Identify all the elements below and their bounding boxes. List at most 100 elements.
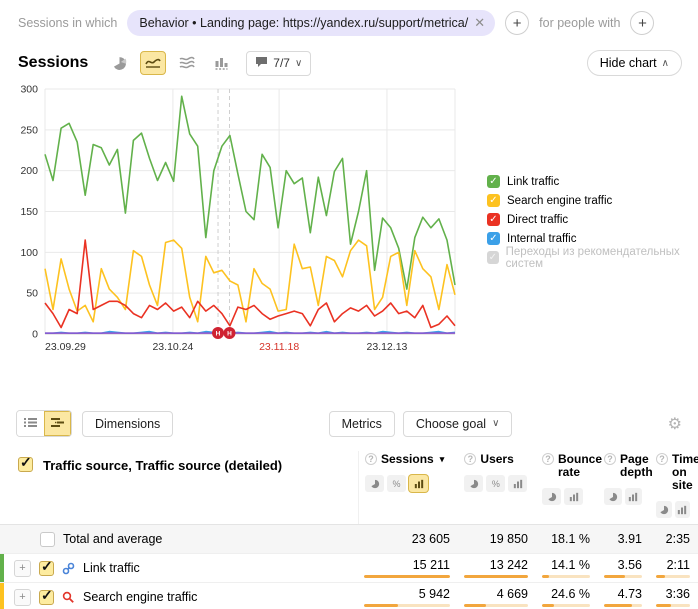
- svg-text:23.09.29: 23.09.29: [45, 341, 86, 353]
- choose-goal-dropdown[interactable]: Choose goal ∨: [403, 411, 513, 437]
- segments-count-label: 7/7: [273, 56, 290, 70]
- metrics-button[interactable]: Metrics: [329, 411, 395, 437]
- table-row-total[interactable]: Total and average 23 605 19 850 18.1 % 3…: [0, 525, 698, 554]
- dimension-header-title: Traffic source, Traffic source (detailed…: [43, 457, 282, 473]
- add-session-filter-button[interactable]: +: [505, 11, 529, 35]
- sessions-value: 5 942: [364, 587, 450, 601]
- tree-view-button[interactable]: [44, 411, 71, 436]
- table-view-toggle: [16, 410, 72, 437]
- column-label: Bounce rate: [558, 453, 602, 479]
- column-header-bounce-rate[interactable]: ? Bounce rate: [536, 451, 598, 524]
- column-label: Users: [480, 453, 513, 466]
- bar-view-toggle[interactable]: [675, 501, 691, 518]
- legend-item-search-traffic[interactable]: ✓ Search engine traffic: [487, 191, 698, 210]
- chart-type-stacked-button[interactable]: [174, 51, 200, 75]
- list-view-button[interactable]: [17, 411, 44, 436]
- column-label: Page depth: [620, 453, 653, 479]
- total-sessions-value: 23 605: [364, 532, 450, 546]
- filter-chip-close-icon[interactable]: ✕: [474, 15, 485, 31]
- chart-type-pie-button[interactable]: [106, 51, 132, 75]
- column-header-page-depth[interactable]: ? Page depth: [598, 451, 650, 524]
- svg-text:Н: Н: [216, 331, 221, 338]
- chevron-down-icon: ∨: [492, 418, 499, 429]
- row-label: Link traffic: [83, 561, 140, 575]
- checked-checkbox-icon[interactable]: ✓: [487, 175, 500, 188]
- dimensions-button[interactable]: Dimensions: [82, 411, 173, 437]
- chart-type-line-button[interactable]: [140, 51, 166, 75]
- total-bounce-value: 18.1 %: [542, 532, 590, 546]
- svg-text:0: 0: [32, 329, 38, 341]
- legend-item-direct-traffic[interactable]: ✓ Direct traffic: [487, 210, 698, 229]
- pie-view-toggle[interactable]: [464, 475, 483, 492]
- chart-toolbar: Sessions 7/7 ∨ Hide chart ∧: [0, 42, 698, 80]
- time-value: 2:11: [656, 558, 690, 572]
- add-people-filter-button[interactable]: +: [630, 11, 654, 35]
- chart-type-columns-button[interactable]: [208, 51, 234, 75]
- row-checkbox[interactable]: [40, 532, 55, 547]
- help-icon[interactable]: ?: [604, 453, 616, 465]
- bar-view-toggle[interactable]: [508, 475, 527, 492]
- column-label: Sessions: [381, 453, 434, 466]
- svg-text:250: 250: [20, 124, 38, 136]
- pie-view-toggle[interactable]: [656, 501, 672, 518]
- table-row-search-traffic[interactable]: + Search engine traffic 5 942 4 669 24.6…: [0, 583, 698, 609]
- svg-text:300: 300: [20, 84, 38, 96]
- line-chart-canvas[interactable]: 05010015020025030023.09.2923.10.2423.11.…: [0, 84, 470, 372]
- chevron-down-icon: ∨: [295, 58, 302, 69]
- expand-row-button[interactable]: +: [14, 560, 31, 577]
- bounce-value: 14.1 %: [542, 558, 590, 572]
- total-users-value: 19 850: [464, 532, 528, 546]
- percent-view-toggle[interactable]: %: [387, 475, 406, 492]
- legend-label: Direct traffic: [507, 214, 568, 226]
- pie-view-toggle[interactable]: [542, 488, 561, 505]
- filter-suffix-label: for people with: [539, 16, 620, 30]
- row-label: Search engine traffic: [83, 590, 197, 604]
- chart-title: Sessions: [18, 54, 88, 72]
- line-chart-icon: [145, 56, 161, 70]
- expand-row-button[interactable]: +: [14, 589, 31, 606]
- disabled-checked-checkbox-icon: ✓: [487, 251, 499, 264]
- column-header-time-on-site[interactable]: ? Time on site: [650, 451, 698, 524]
- metrics-button-label: Metrics: [342, 417, 382, 431]
- table-header: Traffic source, Traffic source (detailed…: [0, 445, 698, 525]
- dimensions-button-label: Dimensions: [95, 417, 160, 431]
- filter-chip[interactable]: Behavior • Landing page: https://yandex.…: [127, 10, 495, 36]
- comment-bubble-icon: [255, 56, 268, 71]
- time-value: 3:36: [656, 587, 690, 601]
- pie-view-toggle[interactable]: [365, 475, 384, 492]
- depth-value: 3.56: [604, 558, 642, 572]
- total-time-value: 2:35: [656, 532, 690, 546]
- svg-text:23.10.24: 23.10.24: [152, 341, 193, 353]
- help-icon[interactable]: ?: [464, 453, 476, 465]
- pie-view-toggle[interactable]: [604, 488, 622, 505]
- percent-view-toggle[interactable]: %: [486, 475, 505, 492]
- bar-view-toggle[interactable]: [625, 488, 643, 505]
- row-checkbox[interactable]: [39, 561, 54, 576]
- help-icon[interactable]: ?: [365, 453, 377, 465]
- row-checkbox[interactable]: [39, 590, 54, 605]
- svg-text:23.12.13: 23.12.13: [367, 341, 408, 353]
- svg-text:100: 100: [20, 247, 38, 259]
- table-row-link-traffic[interactable]: + Link traffic 15 211 13 242 14.1 % 3.56…: [0, 554, 698, 583]
- hide-chart-button[interactable]: Hide chart ∧: [587, 50, 682, 76]
- legend-item-link-traffic[interactable]: ✓ Link traffic: [487, 172, 698, 191]
- column-chart-icon: [214, 56, 229, 70]
- bar-view-toggle[interactable]: [564, 488, 583, 505]
- help-icon[interactable]: ?: [542, 453, 554, 465]
- column-header-sessions[interactable]: ? Sessions ▾ %: [359, 451, 458, 524]
- legend-item-recommendation-systems: ✓ Переходы из рекомендательных систем: [487, 248, 698, 267]
- checked-checkbox-icon[interactable]: ✓: [487, 194, 500, 207]
- select-all-checkbox[interactable]: [18, 457, 33, 472]
- row-label: Total and average: [63, 532, 162, 546]
- filter-bar: Sessions in which Behavior • Landing pag…: [0, 0, 698, 42]
- segments-dropdown[interactable]: 7/7 ∨: [246, 51, 311, 76]
- traffic-sources-table: Traffic source, Traffic source (detailed…: [0, 445, 698, 609]
- checked-checkbox-icon[interactable]: ✓: [487, 232, 500, 245]
- bar-view-toggle[interactable]: [409, 475, 428, 492]
- column-label: Time on site: [672, 453, 698, 492]
- dimension-header-cell: Traffic source, Traffic source (detailed…: [0, 451, 358, 524]
- gear-icon[interactable]: ⚙: [668, 414, 682, 434]
- checked-checkbox-icon[interactable]: ✓: [487, 213, 500, 226]
- column-header-users[interactable]: ? Users %: [458, 451, 536, 524]
- help-icon[interactable]: ?: [656, 453, 668, 465]
